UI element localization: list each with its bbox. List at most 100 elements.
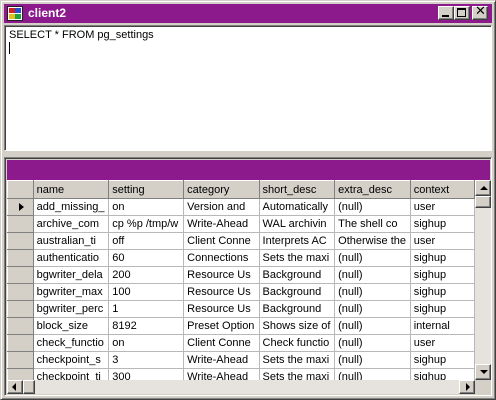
cell-short-desc[interactable]: Background: [259, 283, 336, 301]
row-header[interactable]: [7, 232, 34, 250]
cell-context[interactable]: sighup: [410, 249, 475, 267]
row-header[interactable]: [7, 215, 34, 233]
table-row[interactable]: checkpoint_ti 300 Write-Ahead Sets the maxi…: [7, 368, 475, 380]
cell-short-desc[interactable]: Interprets AC: [259, 232, 336, 250]
cell-name[interactable]: bgwriter_perc: [33, 300, 110, 318]
row-header[interactable]: [7, 351, 34, 369]
row-header[interactable]: [7, 283, 34, 301]
horizontal-scroll-thumb[interactable]: [23, 380, 35, 394]
table-row[interactable]: bgwriter_max 100 Resource Us Background (nul…: [7, 283, 475, 301]
sql-editor[interactable]: SELECT * FROM pg_settings: [4, 25, 492, 151]
cell-context[interactable]: sighup: [410, 283, 475, 301]
cell-setting[interactable]: on: [108, 334, 185, 352]
sql-query-text[interactable]: SELECT * FROM pg_settings: [9, 29, 154, 42]
cell-name[interactable]: block_size: [33, 317, 110, 335]
cell-category[interactable]: Resource Us: [183, 266, 260, 284]
table-row[interactable]: check_functio on Client Conne Check functio…: [7, 334, 475, 352]
cell-short-desc[interactable]: Sets the maxi: [259, 351, 336, 369]
cell-extra-desc[interactable]: (null): [334, 334, 411, 352]
cell-setting[interactable]: 200: [108, 266, 185, 284]
cell-short-desc[interactable]: Sets the maxi: [259, 249, 336, 267]
cell-extra-desc[interactable]: (null): [334, 249, 411, 267]
table-row[interactable]: archive_com cp %p /tmp/w Write-Ahead WAL ar…: [7, 215, 475, 233]
cell-setting[interactable]: cp %p /tmp/w: [108, 215, 185, 233]
cell-category[interactable]: Client Conne: [183, 232, 260, 250]
maximize-button[interactable]: [454, 6, 470, 20]
cell-short-desc[interactable]: Background: [259, 266, 336, 284]
cell-context[interactable]: internal: [410, 317, 475, 335]
app-icon[interactable]: [7, 6, 23, 21]
cell-context[interactable]: sighup: [410, 266, 475, 284]
cell-context[interactable]: user: [410, 334, 475, 352]
cell-category[interactable]: Write-Ahead: [183, 368, 260, 380]
cell-extra-desc[interactable]: (null): [334, 283, 411, 301]
cell-name[interactable]: check_functio: [33, 334, 110, 352]
cell-name[interactable]: australian_ti: [33, 232, 110, 250]
scroll-left-button[interactable]: [7, 380, 23, 394]
cell-short-desc[interactable]: Shows size of: [259, 317, 336, 335]
cell-category[interactable]: Version and: [183, 198, 260, 216]
scroll-up-button[interactable]: [475, 180, 491, 196]
cell-short-desc[interactable]: Automatically: [259, 198, 336, 216]
cell-short-desc[interactable]: Sets the maxi: [259, 368, 336, 380]
cell-category[interactable]: Resource Us: [183, 300, 260, 318]
row-header[interactable]: [7, 334, 34, 352]
cell-setting[interactable]: 100: [108, 283, 185, 301]
cell-category[interactable]: Write-Ahead: [183, 215, 260, 233]
cell-category[interactable]: Preset Option: [183, 317, 260, 335]
cell-category[interactable]: Client Conne: [183, 334, 260, 352]
row-header[interactable]: [7, 317, 34, 335]
row-header[interactable]: [7, 368, 34, 380]
column-header-context[interactable]: context: [409, 180, 475, 199]
cell-name[interactable]: archive_com: [33, 215, 110, 233]
minimize-button[interactable]: [438, 6, 454, 20]
horizontal-scrollbar[interactable]: [7, 380, 475, 394]
vertical-scroll-thumb[interactable]: [475, 196, 491, 208]
title-bar[interactable]: client2 ✕: [4, 4, 492, 23]
cell-extra-desc[interactable]: (null): [334, 317, 411, 335]
column-header-extra-desc[interactable]: extra_desc: [334, 180, 411, 199]
cell-context[interactable]: sighup: [410, 351, 475, 369]
cell-category[interactable]: Connections: [183, 249, 260, 267]
cell-extra-desc[interactable]: (null): [334, 266, 411, 284]
cell-extra-desc[interactable]: The shell co: [334, 215, 411, 233]
cell-context[interactable]: sighup: [410, 368, 475, 380]
table-row[interactable]: block_size 8192 Preset Option Shows size of…: [7, 317, 475, 335]
cell-short-desc[interactable]: Background: [259, 300, 336, 318]
table-row[interactable]: australian_ti off Client Conne Interprets A…: [7, 232, 475, 250]
table-row[interactable]: bgwriter_perc 1 Resource Us Background (null…: [7, 300, 475, 318]
scroll-down-button[interactable]: [475, 364, 491, 380]
cell-name[interactable]: bgwriter_dela: [33, 266, 110, 284]
cell-extra-desc[interactable]: (null): [334, 351, 411, 369]
cell-extra-desc[interactable]: (null): [334, 368, 411, 380]
cell-context[interactable]: sighup: [410, 300, 475, 318]
cell-extra-desc[interactable]: (null): [334, 300, 411, 318]
cell-setting[interactable]: 8192: [108, 317, 185, 335]
column-header-category[interactable]: category: [183, 180, 260, 199]
row-header[interactable]: [7, 300, 34, 318]
cell-category[interactable]: Resource Us: [183, 283, 260, 301]
cell-setting[interactable]: on: [108, 198, 185, 216]
column-header-name[interactable]: name: [32, 180, 110, 199]
corner-header[interactable]: [7, 180, 34, 199]
row-header[interactable]: [7, 266, 34, 284]
cell-context[interactable]: user: [410, 198, 475, 216]
cell-name[interactable]: bgwriter_max: [33, 283, 110, 301]
row-header[interactable]: [7, 198, 34, 216]
cell-short-desc[interactable]: Check functio: [259, 334, 336, 352]
vertical-scrollbar[interactable]: [475, 180, 491, 380]
cell-short-desc[interactable]: WAL archivin: [259, 215, 336, 233]
cell-name[interactable]: authenticatio: [33, 249, 110, 267]
cell-name[interactable]: checkpoint_s: [33, 351, 110, 369]
close-button[interactable]: ✕: [472, 5, 488, 20]
table-row[interactable]: authenticatio 60 Connections Sets the maxi(…: [7, 249, 475, 267]
cell-setting[interactable]: 60: [108, 249, 185, 267]
scroll-right-button[interactable]: [459, 380, 475, 394]
row-header[interactable]: [7, 249, 34, 267]
column-header-setting[interactable]: setting: [108, 180, 185, 199]
cell-setting[interactable]: off: [108, 232, 185, 250]
cell-context[interactable]: user: [410, 232, 475, 250]
cell-setting[interactable]: 1: [108, 300, 185, 318]
cell-setting[interactable]: 3: [108, 351, 185, 369]
table-row[interactable]: add_missing_ on Version and Automatically (n…: [7, 198, 475, 216]
